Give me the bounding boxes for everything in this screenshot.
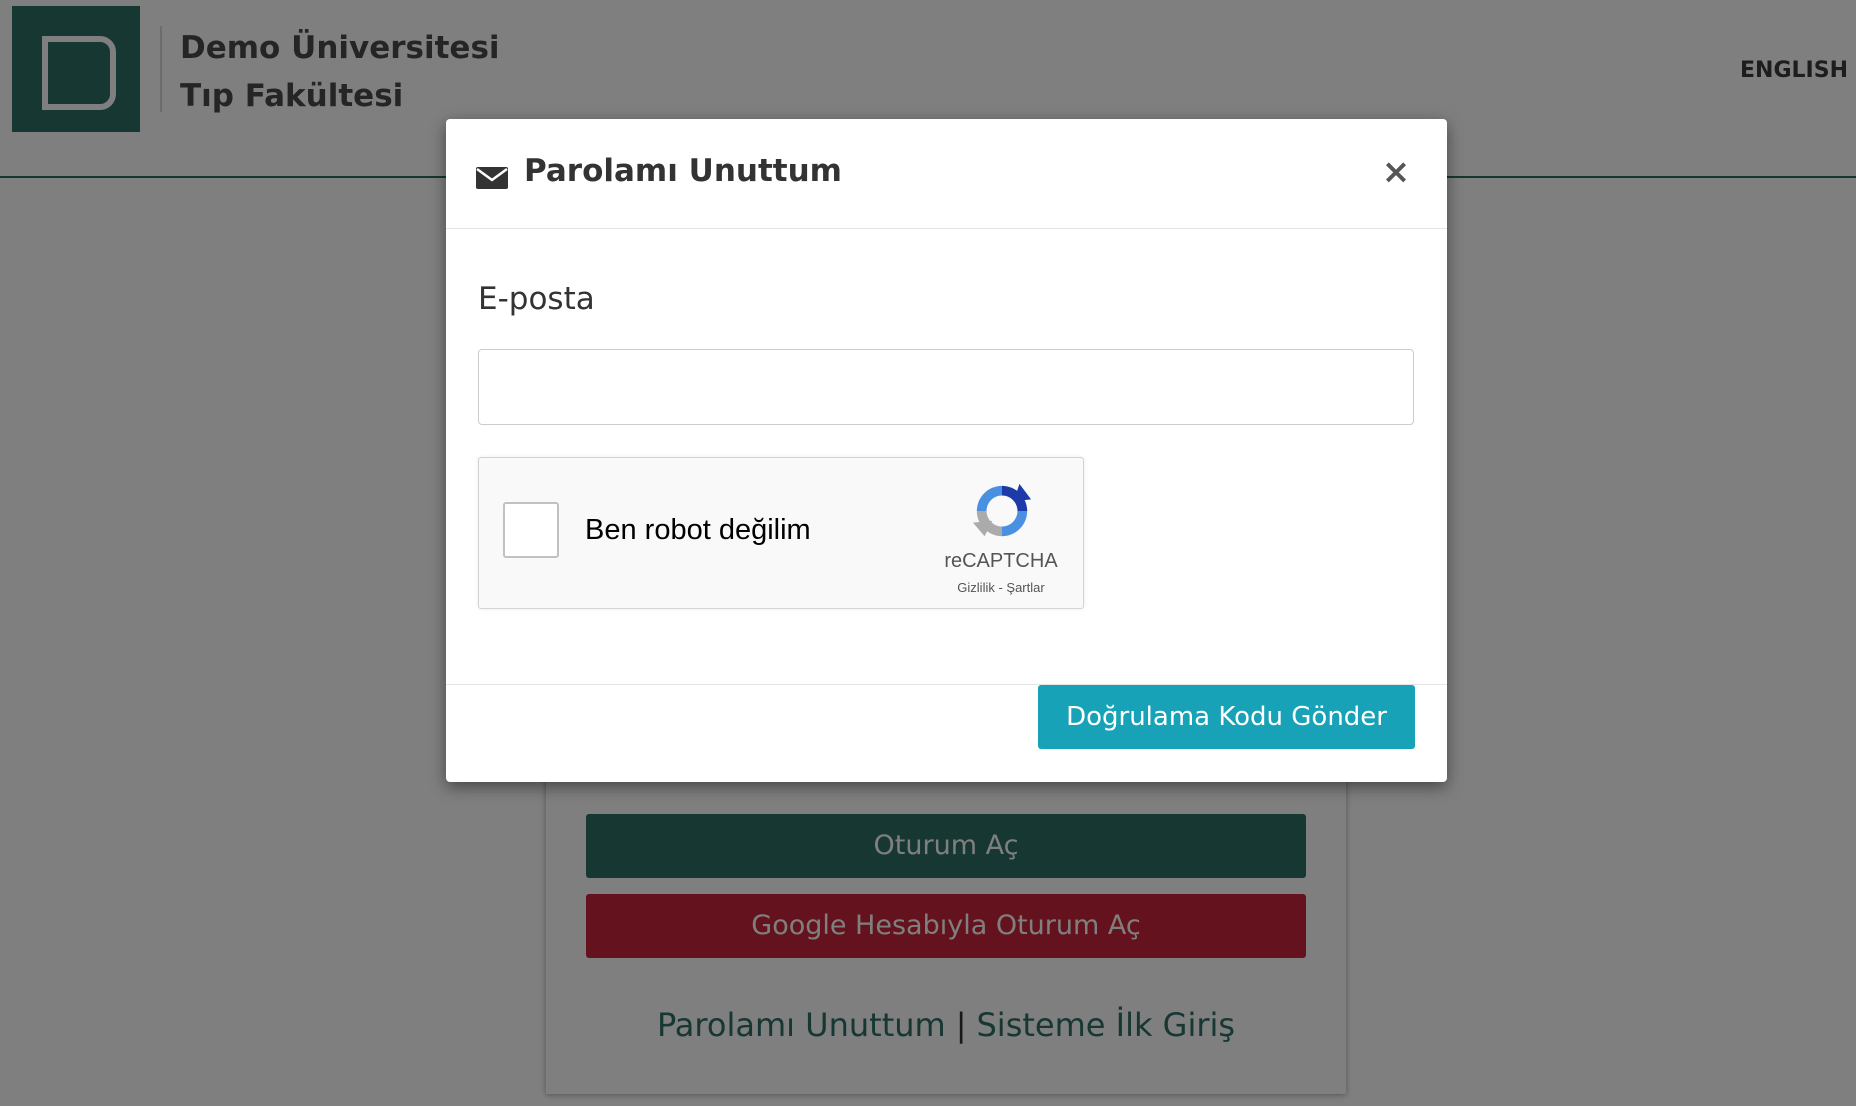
recaptcha-terms-link[interactable]: Gizlilik - Şartlar [931, 580, 1071, 595]
envelope-icon [476, 167, 508, 189]
modal-title: Parolamı Unuttum [524, 153, 842, 189]
email-field-wrapper [478, 349, 1414, 425]
recaptcha-widget: Ben robot değilim reCAPTCHA Gizlilik - Ş… [478, 457, 1084, 609]
recaptcha-brand: reCAPTCHA [944, 550, 1058, 572]
close-icon[interactable]: × [1379, 155, 1413, 189]
email-label: E-posta [478, 281, 595, 317]
recaptcha-logo-icon [972, 483, 1032, 537]
modal-header: Parolamı Unuttum × [446, 119, 1447, 229]
send-verification-code-button[interactable]: Doğrulama Kodu Gönder [1038, 685, 1415, 749]
recaptcha-label: Ben robot değilim [585, 514, 811, 546]
modal-footer: Doğrulama Kodu Gönder [446, 684, 1447, 782]
forgot-password-modal: Parolamı Unuttum × E-posta Ben robot değ… [446, 119, 1447, 782]
recaptcha-checkbox[interactable] [503, 502, 559, 558]
email-field[interactable] [478, 349, 1414, 425]
page: Demo Üniversitesi Tıp Fakültesi ENGLISH … [0, 0, 1856, 1106]
